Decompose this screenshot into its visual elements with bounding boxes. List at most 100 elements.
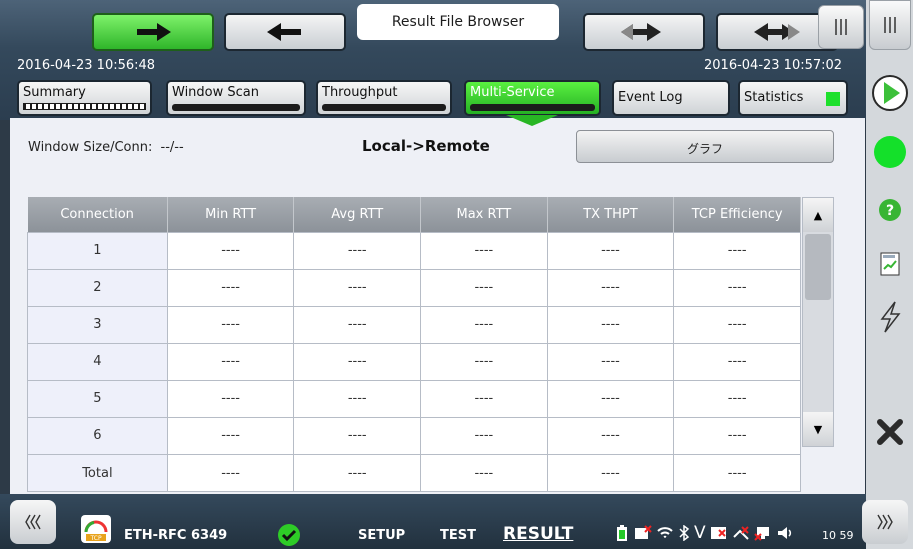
- cell-max-rtt: ----: [420, 342, 548, 381]
- cell-avg-rtt: ----: [293, 305, 422, 344]
- cell-max-rtt: ----: [420, 231, 548, 270]
- help-button[interactable]: ?: [870, 190, 910, 230]
- table-row[interactable]: 5 ---- ---- ---- ---- ----: [27, 379, 801, 418]
- total-tcp-efficiency: ----: [673, 454, 801, 492]
- cell-min-rtt: ----: [166, 342, 295, 381]
- table-row[interactable]: 1 ---- ---- ---- ---- ----: [27, 231, 801, 270]
- collapse-right-button[interactable]: [862, 500, 908, 544]
- scroll-thumb[interactable]: [805, 234, 831, 300]
- total-tx-thpt: ----: [546, 454, 675, 492]
- cell-connection: 5: [27, 379, 168, 418]
- nav-setup[interactable]: SETUP: [358, 528, 405, 543]
- lightning-icon: [880, 301, 901, 333]
- graph-button[interactable]: グラフ: [576, 130, 834, 163]
- cell-tx-thpt: ----: [546, 231, 675, 270]
- throughput-progress: [322, 104, 446, 111]
- main-panel: Window Size/Conn: --/-- Local->Remote グラ…: [10, 118, 865, 494]
- sidebar-handle[interactable]: [869, 0, 911, 50]
- v-label: V: [694, 523, 706, 543]
- app-icon: TCP: [80, 514, 112, 548]
- cell-tx-thpt: ----: [546, 305, 675, 344]
- cell-connection: 6: [27, 416, 168, 455]
- total-avg-rtt: ----: [293, 454, 422, 492]
- tab-window-scan[interactable]: Window Scan: [166, 80, 306, 116]
- cell-tcp-efficiency: ----: [673, 342, 801, 381]
- grip-icon: [835, 19, 847, 35]
- cell-tcp-efficiency: ----: [673, 268, 801, 307]
- table-row[interactable]: 6 ---- ---- ---- ---- ----: [27, 416, 801, 455]
- cell-avg-rtt: ----: [293, 416, 422, 455]
- forward-button[interactable]: [92, 13, 214, 51]
- nav-result[interactable]: RESULT: [503, 524, 573, 544]
- summary-progress: [23, 103, 146, 110]
- col-avg-rtt: Avg RTT: [293, 197, 422, 232]
- cell-max-rtt: ----: [420, 416, 548, 455]
- cell-min-rtt: ----: [166, 231, 295, 270]
- sidebar-handle-left[interactable]: [818, 5, 864, 49]
- total-table: Total ---- ---- ---- ---- ----: [27, 454, 801, 492]
- cell-connection: 4: [27, 342, 168, 381]
- window-scan-progress: [172, 104, 300, 111]
- network-blocked-icon: [753, 527, 769, 541]
- total-max-rtt: ----: [420, 454, 548, 492]
- bottom-status-bar: TCP ETH-RFC 6349 SETUP TEST RESULT V 10 …: [0, 494, 866, 549]
- total-min-rtt: ----: [166, 454, 295, 492]
- header: Result File Browser 2016-04-23 10:56:48 …: [0, 0, 866, 120]
- cell-tx-thpt: ----: [546, 416, 675, 455]
- help-icon: ?: [879, 199, 901, 221]
- tab-summary[interactable]: Summary: [17, 80, 152, 116]
- tab-statistics-label: Statistics: [744, 90, 804, 105]
- scroll-up-button[interactable]: ▲: [803, 198, 833, 232]
- tab-multi-service[interactable]: Multi-Service: [464, 80, 601, 116]
- cell-avg-rtt: ----: [293, 342, 422, 381]
- direction-label: Local->Remote: [362, 137, 490, 155]
- report-button[interactable]: [870, 245, 910, 285]
- tab-event-log[interactable]: Event Log: [612, 80, 730, 116]
- back-button[interactable]: [224, 13, 346, 51]
- battery-plug-icon: [617, 525, 627, 541]
- cell-avg-rtt: ----: [293, 268, 422, 307]
- tab-window-scan-label: Window Scan: [172, 85, 259, 100]
- table-row[interactable]: 4 ---- ---- ---- ---- ----: [27, 342, 801, 381]
- close-button[interactable]: [870, 412, 910, 452]
- total-row: Total ---- ---- ---- ---- ----: [27, 454, 801, 492]
- cell-tx-thpt: ----: [546, 268, 675, 307]
- start-button[interactable]: [870, 73, 910, 113]
- table-row[interactable]: 2 ---- ---- ---- ---- ----: [27, 268, 801, 307]
- window-size-label: Window Size/Conn:: [28, 140, 153, 155]
- status-indicator: [870, 132, 910, 172]
- cell-connection: 3: [27, 305, 168, 344]
- double-arrow-left-icon: [754, 23, 800, 41]
- result-file-browser-title: Result File Browser: [357, 4, 559, 40]
- triple-chevron-left-icon: [25, 514, 41, 530]
- lightning-button[interactable]: [870, 297, 910, 337]
- triple-chevron-right-icon: [877, 514, 893, 530]
- tab-throughput-label: Throughput: [322, 85, 398, 100]
- compare-forward-button[interactable]: [583, 13, 705, 51]
- table-row[interactable]: 3 ---- ---- ---- ---- ----: [27, 305, 801, 344]
- tab-statistics[interactable]: Statistics: [738, 80, 848, 116]
- scroll-down-button[interactable]: ▼: [803, 412, 833, 446]
- screen-blocked-icon: [710, 527, 726, 539]
- collapse-left-button[interactable]: [10, 500, 56, 544]
- cell-max-rtt: ----: [420, 305, 548, 344]
- table-header-row: Connection Min RTT Avg RTT Max RTT TX TH…: [27, 197, 801, 232]
- col-max-rtt: Max RTT: [420, 197, 548, 232]
- tab-summary-label: Summary: [23, 85, 86, 100]
- cell-tcp-efficiency: ----: [673, 305, 801, 344]
- tab-throughput[interactable]: Throughput: [316, 80, 452, 116]
- grip-icon: [884, 17, 896, 33]
- total-label: Total: [27, 454, 168, 492]
- check-circle-icon: [278, 524, 300, 546]
- test-status: [276, 522, 302, 549]
- table-scrollbar[interactable]: ▲ ▼: [802, 197, 834, 447]
- cell-avg-rtt: ----: [293, 379, 422, 418]
- nav-test[interactable]: TEST: [440, 528, 476, 543]
- tab-event-log-label: Event Log: [618, 90, 683, 105]
- wifi-icon: [657, 527, 673, 538]
- col-min-rtt: Min RTT: [167, 197, 295, 232]
- status-icons: V: [614, 523, 794, 543]
- col-tcp-efficiency: TCP Efficiency: [673, 197, 801, 232]
- transfer-blocked-icon: [635, 525, 652, 539]
- connection-table: Connection Min RTT Avg RTT Max RTT TX TH…: [27, 197, 801, 455]
